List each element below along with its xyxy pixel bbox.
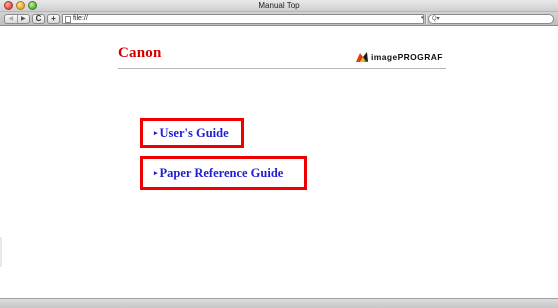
forward-arrow-icon[interactable]: ▶	[18, 15, 30, 23]
canon-logo: Canon	[118, 45, 162, 61]
left-edge-mark	[0, 237, 2, 267]
add-bookmark-button[interactable]: +	[47, 14, 60, 24]
paper-reference-guide-link[interactable]: ▸ Paper Reference Guide	[140, 156, 307, 190]
users-guide-label: User's Guide	[159, 125, 229, 140]
address-text: file://	[73, 15, 88, 22]
browser-toolbar: ◀ ▶ C + file:// ▾ Q▾	[0, 12, 558, 26]
toolbar-divider	[425, 14, 427, 24]
paper-reference-guide-label: Paper Reference Guide	[159, 165, 284, 180]
window-title: Manual Top	[258, 1, 300, 10]
back-arrow-icon[interactable]: ◀	[5, 15, 18, 23]
file-icon	[65, 16, 71, 23]
status-bar	[0, 298, 558, 308]
address-field[interactable]: file://	[62, 14, 424, 24]
imageprograf-brand: imagePROGRAF	[355, 51, 443, 63]
search-input[interactable]: Q▾	[428, 14, 554, 24]
arrow-right-icon: ▸	[154, 169, 158, 177]
reload-button[interactable]: C	[32, 14, 45, 24]
back-forward-group: ◀ ▶	[4, 14, 30, 24]
users-guide-link[interactable]: ▸ User's Guide	[140, 118, 244, 148]
arrow-right-icon: ▸	[154, 129, 158, 137]
imageprograf-text: imagePROGRAF	[371, 52, 443, 62]
title-bar: Manual Top	[0, 0, 558, 12]
imageprograf-logo-icon	[356, 52, 368, 62]
header-divider	[118, 68, 446, 69]
browser-window: Manual Top ◀ ▶ C + file:// ▾ Q▾ Canon im…	[0, 0, 558, 308]
chevron-down-icon[interactable]: ▾	[421, 15, 424, 21]
